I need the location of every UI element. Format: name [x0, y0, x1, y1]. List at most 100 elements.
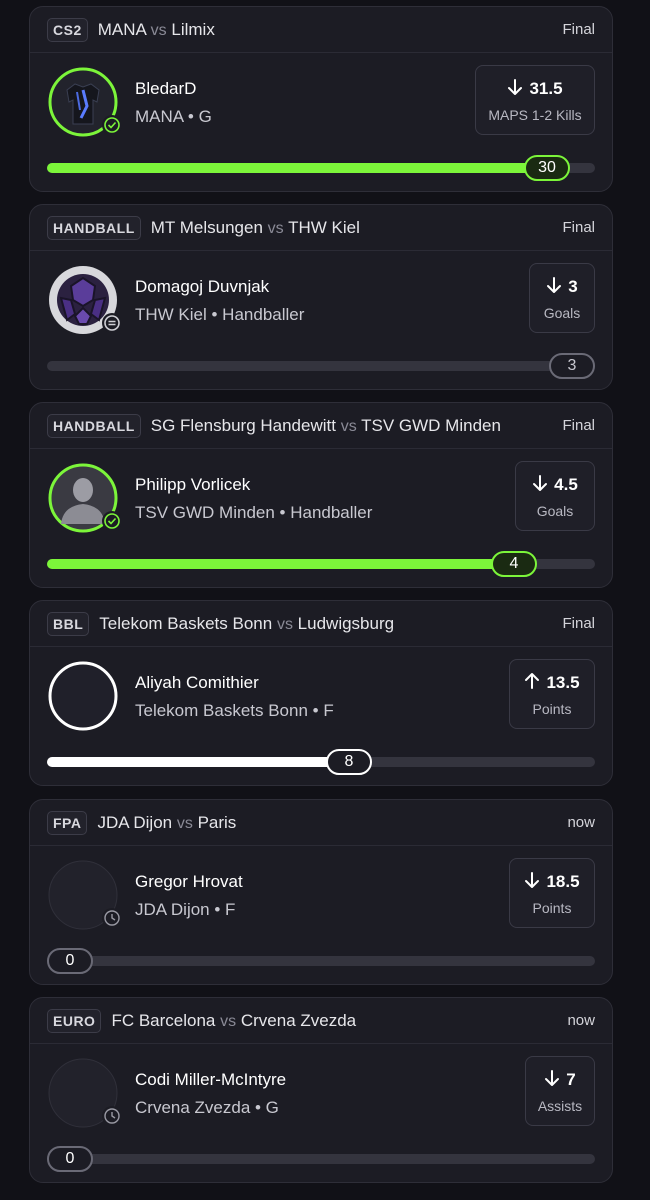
projection-line: 18.5: [524, 871, 580, 894]
arrow-down-icon: [544, 1069, 560, 1092]
projection-box[interactable]: 4.5 Goals: [515, 461, 595, 531]
player-name: Gregor Hrovat: [135, 872, 243, 891]
team-b: Lilmix: [171, 19, 215, 39]
pick-card[interactable]: EURO FC Barcelona vs Crvena Zvezda now Codi…: [29, 997, 613, 1183]
projection-box[interactable]: 3 Goals: [529, 263, 595, 333]
projection-line: 13.5: [524, 672, 580, 695]
line-value: 18.5: [546, 872, 580, 891]
player-name: Codi Miller-McIntyre: [135, 1070, 287, 1089]
progress-track: 8: [47, 749, 595, 775]
team-b: TSV GWD Minden: [361, 415, 501, 435]
pick-card[interactable]: CS2 MANA vs Lilmix Final BledarD MANA • G 31…: [29, 6, 613, 192]
progress-track: 0: [47, 948, 595, 974]
card-header: CS2 MANA vs Lilmix Final: [30, 7, 612, 53]
projection-line: 7: [544, 1069, 576, 1092]
stat-label: Points: [532, 700, 572, 717]
progress-track: 3: [47, 353, 595, 379]
card-header: HANDBALL SG Flensburg Handewitt vs TSV GW…: [30, 403, 612, 449]
match-title: JDA Dijon vs Paris: [97, 813, 236, 833]
team-a: Telekom Baskets Bonn: [99, 613, 273, 633]
team-a: SG Flensburg Handewitt: [150, 415, 336, 435]
player-name: Aliyah Comithier: [135, 673, 259, 692]
team-b: Ludwigsburg: [297, 613, 395, 633]
projection-line: 31.5: [507, 78, 563, 101]
result-pill: 3: [549, 353, 595, 379]
progress-fill: [47, 757, 370, 767]
clock-icon: [102, 908, 122, 928]
player-name: Domagoj Duvnjak: [135, 277, 270, 296]
stat-label: Goals: [543, 304, 581, 321]
player-avatar: [47, 462, 122, 534]
team-b: Crvena Zvezda: [240, 1010, 357, 1030]
arrow-down-icon: [524, 871, 540, 894]
pick-card[interactable]: FPA JDA Dijon vs Paris now Gregor Hrovat JDA…: [29, 799, 613, 985]
equal-icon: [102, 313, 122, 333]
player-team-position: THW Kiel • Handballer: [135, 305, 305, 324]
vs-label: vs: [340, 417, 357, 435]
stat-label: Points: [532, 899, 572, 916]
progress-fill: [47, 163, 568, 173]
team-b: Paris: [197, 812, 237, 832]
arrow-up-icon: [524, 672, 540, 695]
projection-line: 3: [546, 276, 578, 299]
vs-label: vs: [276, 615, 293, 633]
progress-fill: [47, 559, 535, 569]
arrow-down-icon: [546, 276, 562, 299]
league-badge: EURO: [47, 1008, 102, 1033]
team-a: MT Melsungen: [150, 217, 263, 237]
stat-label: MAPS 1-2 Kills: [488, 106, 582, 123]
check-icon: [102, 511, 122, 531]
card-header: FPA JDA Dijon vs Paris now: [30, 800, 612, 846]
team-b: THW Kiel: [288, 217, 360, 237]
match-status: Final: [562, 615, 595, 632]
card-header: HANDBALL MT Melsungen vs THW Kiel Final: [30, 205, 612, 251]
match-title: FC Barcelona vs Crvena Zvezda: [111, 1011, 356, 1031]
pick-card[interactable]: HANDBALL SG Flensburg Handewitt vs TSV GW…: [29, 402, 613, 588]
match-status: Final: [562, 219, 595, 236]
player-team-position: TSV GWD Minden • Handballer: [135, 503, 373, 522]
player-team-position: Telekom Baskets Bonn • F: [135, 701, 334, 720]
player-avatar: [47, 1057, 122, 1129]
result-pill: 4: [491, 551, 537, 577]
player-avatar: [47, 66, 122, 138]
result-pill: 0: [47, 1146, 93, 1172]
card-header: EURO FC Barcelona vs Crvena Zvezda now: [30, 998, 612, 1044]
projection-box[interactable]: 31.5 MAPS 1-2 Kills: [475, 65, 595, 135]
projection-box[interactable]: 7 Assists: [525, 1056, 595, 1126]
progress-track: 0: [47, 1146, 595, 1172]
arrow-down-icon: [532, 474, 548, 497]
projection-box[interactable]: 13.5 Points: [509, 659, 595, 729]
match-status: Final: [562, 21, 595, 38]
league-badge: BBL: [47, 611, 90, 636]
league-badge: FPA: [47, 810, 88, 835]
player-team-position: JDA Dijon • F: [135, 900, 236, 919]
pick-card[interactable]: HANDBALL MT Melsungen vs THW Kiel Final Do…: [29, 204, 613, 390]
match-title: Telekom Baskets Bonn vs Ludwigsburg: [99, 614, 394, 634]
league-badge: HANDBALL: [47, 215, 141, 240]
player-name: Philipp Vorlicek: [135, 475, 251, 494]
line-value: 3: [568, 277, 578, 296]
match-title: MT Melsungen vs THW Kiel: [151, 218, 360, 238]
result-pill: 30: [524, 155, 570, 181]
check-icon: [102, 115, 122, 135]
line-value: 31.5: [529, 79, 563, 98]
stat-label: Goals: [536, 502, 574, 519]
match-status: now: [567, 814, 595, 831]
player-avatar: [47, 660, 119, 732]
team-a: FC Barcelona: [111, 1010, 216, 1030]
vs-label: vs: [267, 219, 284, 237]
clock-icon: [102, 1106, 122, 1126]
vs-label: vs: [220, 1012, 237, 1030]
player-avatar: [47, 859, 122, 931]
vs-label: vs: [176, 814, 193, 832]
pick-card[interactable]: BBL Telekom Baskets Bonn vs Ludwigsburg Fi…: [29, 600, 613, 786]
player-team-position: MANA • G: [135, 107, 212, 126]
projection-box[interactable]: 18.5 Points: [509, 858, 595, 928]
projection-line: 4.5: [532, 474, 578, 497]
match-title: MANA vs Lilmix: [98, 20, 215, 40]
line-value: 4.5: [554, 475, 578, 494]
result-pill: 8: [326, 749, 372, 775]
player-avatar: [47, 264, 122, 336]
line-value: 7: [566, 1070, 576, 1089]
line-value: 13.5: [546, 673, 580, 692]
